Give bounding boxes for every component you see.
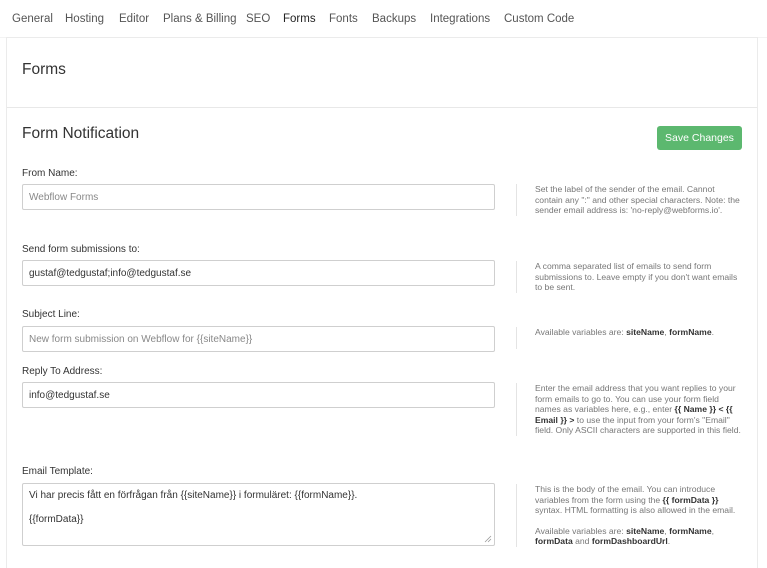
email-template-vars-and: and xyxy=(572,536,592,547)
email-template-textarea[interactable]: Vi har precis fått en förfrågan från {{s… xyxy=(22,483,495,546)
tab-backups[interactable]: Backups xyxy=(372,13,416,25)
email-template-help-formdata: {{ formData }} xyxy=(662,494,719,505)
email-template-help: This is the body of the email. You can i… xyxy=(516,484,744,547)
subject-help-var-sitename: siteName xyxy=(626,327,665,337)
email-template-var-formname: formName xyxy=(669,525,712,536)
send-to-label: Send form submissions to: xyxy=(22,244,140,255)
settings-tab-bar: General Hosting Editor Plans & Billing S… xyxy=(0,0,767,39)
resize-grip-icon[interactable] xyxy=(484,535,492,543)
tab-forms[interactable]: Forms xyxy=(283,13,316,25)
subject-help-var-formname: formName xyxy=(669,327,712,337)
email-template-vars-sep-2: , xyxy=(711,525,714,536)
section-divider xyxy=(7,107,757,108)
subject-help-suffix: . xyxy=(711,327,714,337)
save-changes-button[interactable]: Save Changes xyxy=(657,126,742,150)
from-name-help: Set the label of the sender of the email… xyxy=(516,184,744,216)
tab-integrations[interactable]: Integrations xyxy=(430,13,490,25)
email-template-var-sitename: siteName xyxy=(626,525,665,536)
from-name-label: From Name: xyxy=(22,168,78,179)
tab-editor[interactable]: Editor xyxy=(119,13,149,25)
reply-to-label: Reply To Address: xyxy=(22,366,103,377)
tab-general[interactable]: General xyxy=(12,13,53,25)
email-template-var-dashboard-url: formDashboardUrl xyxy=(591,536,668,547)
tab-fonts[interactable]: Fonts xyxy=(329,13,358,25)
tab-custom-code[interactable]: Custom Code xyxy=(504,13,574,25)
page-title: Forms xyxy=(22,61,66,78)
reply-to-help: Enter the email address that you want re… xyxy=(516,383,744,436)
email-template-help-text-2: syntax. HTML formatting is also allowed … xyxy=(535,505,736,516)
subject-label: Subject Line: xyxy=(22,309,80,320)
tab-seo[interactable]: SEO xyxy=(246,13,270,25)
email-template-vars-suffix: . xyxy=(667,536,671,547)
subject-help: Available variables are: siteName, formN… xyxy=(516,327,744,349)
tab-hosting[interactable]: Hosting xyxy=(65,13,104,25)
reply-to-input[interactable] xyxy=(22,382,495,408)
subject-help-prefix: Available variables are: xyxy=(535,327,627,337)
send-to-help: A comma separated list of emails to send… xyxy=(516,261,744,293)
send-to-input[interactable] xyxy=(22,260,495,286)
tab-plans-billing[interactable]: Plans & Billing xyxy=(163,13,237,25)
email-template-line-1: Vi har precis fått en förfrågan från {{s… xyxy=(29,490,358,501)
email-template-line-2: {{formData}} xyxy=(29,514,84,525)
email-template-vars-prefix: Available variables are: xyxy=(535,525,627,536)
email-template-help-body: This is the body of the email. You can i… xyxy=(535,484,744,516)
subject-input[interactable] xyxy=(22,326,495,352)
email-template-label: Email Template: xyxy=(22,466,93,477)
section-title: Form Notification xyxy=(22,125,140,142)
email-template-var-formdata: formData xyxy=(535,536,573,547)
settings-panel: Forms Form Notification Save Changes Fro… xyxy=(6,37,758,568)
email-template-help-variables: Available variables are: siteName, formN… xyxy=(535,526,744,547)
from-name-input[interactable] xyxy=(22,184,495,210)
